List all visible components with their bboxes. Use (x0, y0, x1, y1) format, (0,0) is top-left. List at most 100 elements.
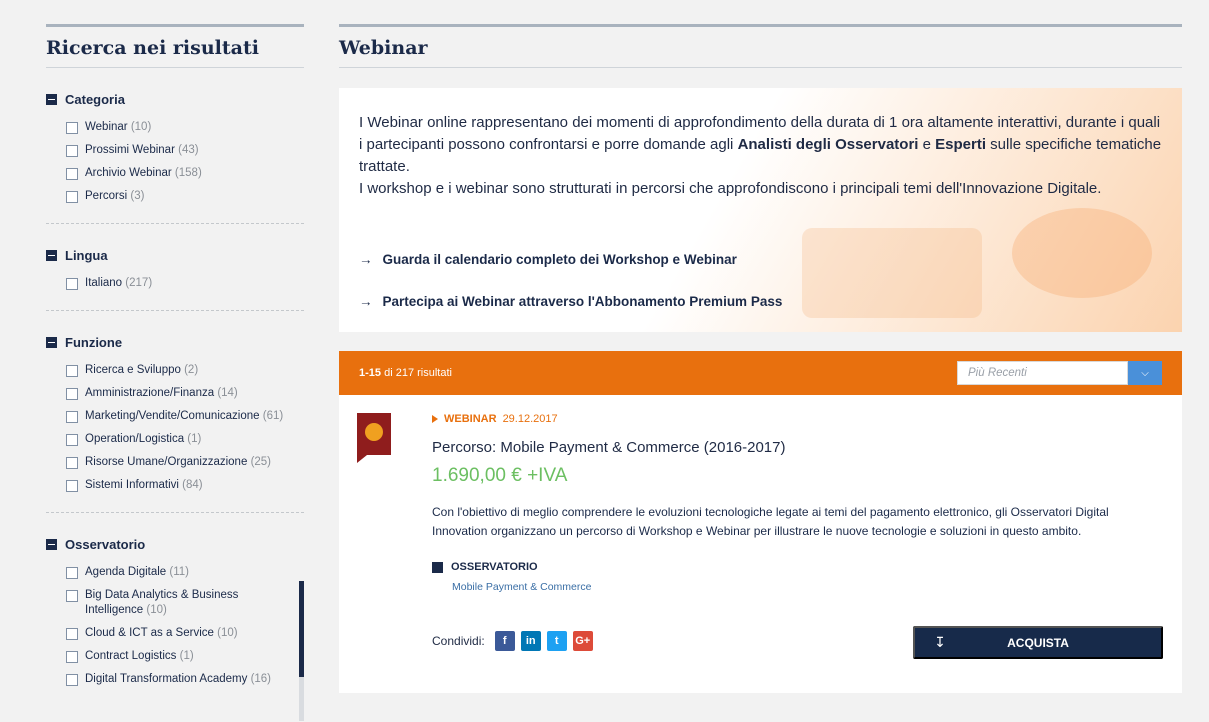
facet-title: Lingua (65, 248, 108, 263)
filter-label: Italiano (85, 277, 123, 289)
sidebar-title: Ricerca nei risultati (46, 27, 304, 68)
webinar-badge-icon (365, 423, 383, 441)
filter-count: (217) (125, 277, 153, 289)
filter-label: Archivio Webinar (85, 167, 172, 179)
checkbox[interactable] (66, 480, 78, 492)
filter-count: (16) (250, 673, 272, 685)
chevron-down-icon[interactable]: ⌵ (1128, 361, 1162, 385)
google-plus-icon[interactable]: G+ (572, 631, 593, 651)
sort-field[interactable]: Più Recenti (957, 361, 1128, 385)
osservatorio-link[interactable]: Mobile Payment & Commerce (432, 581, 1162, 593)
checkbox[interactable] (66, 388, 78, 400)
filter-label: Cloud & ICT as a Service (85, 627, 214, 639)
filter-option[interactable]: Italiano (217) (46, 273, 304, 296)
filter-option[interactable]: Agenda Digitale (11) (46, 562, 304, 585)
premium-pass-link[interactable]: → Partecipa ai Webinar attraverso l'Abbon… (359, 294, 782, 309)
filter-label: Percorsi (85, 190, 128, 202)
facet-categoria: Categoria Webinar (10) Prossimi Webinar … (46, 92, 304, 224)
filter-option[interactable]: Prossimi Webinar (43) (46, 140, 304, 163)
card-kind: WEBINAR 29.12.2017 (432, 413, 1162, 425)
facet-header[interactable]: Lingua (46, 248, 304, 263)
intro-bold: Esperti (935, 136, 987, 153)
sort-select[interactable]: Più Recenti ⌵ (957, 361, 1162, 385)
twitter-icon[interactable]: t (546, 631, 567, 651)
filter-option[interactable]: Percorsi (3) (46, 186, 304, 209)
facet-funzione: Funzione Ricerca e Sviluppo (2) Amminist… (46, 335, 304, 513)
link-label: Guarda il calendario completo dei Worksh… (382, 252, 737, 267)
facet-header[interactable]: Categoria (46, 92, 304, 107)
filter-option[interactable]: Sistemi Informativi (84) (46, 475, 304, 498)
webinar-thumbnail[interactable] (357, 413, 391, 463)
collapse-icon[interactable] (46, 337, 57, 348)
filter-count: (43) (178, 144, 199, 156)
filter-count: (1) (179, 650, 194, 662)
filter-option[interactable]: Archivio Webinar (158) (46, 163, 304, 186)
buy-button[interactable]: ↧ ACQUISTA (913, 626, 1163, 659)
intro-text: e (918, 136, 936, 153)
filter-count: (2) (184, 364, 199, 376)
filter-label: Contract Logistics (85, 650, 177, 662)
filter-option[interactable]: Digital Transformation Academy (16) (46, 669, 304, 692)
filter-option[interactable]: Marketing/Vendite/Comunicazione (61) (46, 406, 304, 429)
filter-label: Ricerca e Sviluppo (85, 364, 181, 376)
checkbox[interactable] (66, 674, 78, 686)
calendar-link[interactable]: → Guarda il calendario completo dei Works… (359, 252, 737, 267)
collapse-icon[interactable] (46, 539, 57, 550)
filter-count: (25) (250, 456, 272, 468)
card-price: 1.690,00 € +IVA (432, 465, 568, 486)
facet-title: Funzione (65, 335, 123, 350)
filter-option[interactable]: Big Data Analytics & Business Intelligen… (46, 585, 304, 623)
checkbox[interactable] (66, 434, 78, 446)
facet-header[interactable]: Funzione (46, 335, 304, 350)
collapse-icon[interactable] (46, 94, 57, 105)
checkbox[interactable] (66, 191, 78, 203)
filter-option[interactable]: Amministrazione/Finanza (14) (46, 383, 304, 406)
checkbox[interactable] (66, 411, 78, 423)
divider (46, 223, 304, 224)
filter-label: Amministrazione/Finanza (85, 387, 215, 399)
filter-count: (10) (217, 627, 238, 639)
checkbox[interactable] (66, 628, 78, 640)
checkbox[interactable] (66, 365, 78, 377)
checkbox[interactable] (66, 651, 78, 663)
filter-label: Sistemi Informativi (85, 479, 179, 491)
facet-header[interactable]: Osservatorio (46, 537, 304, 552)
checkbox[interactable] (66, 567, 78, 579)
results-bar: 1-15 di 217 risultati Più Recenti ⌵ (339, 351, 1182, 395)
filter-count: (10) (146, 604, 167, 616)
intro-banner: I Webinar online rappresentano dei momen… (339, 88, 1182, 332)
intro-paragraph: I Webinar online rappresentano dei momen… (359, 112, 1162, 178)
divider (46, 310, 304, 311)
filter-count: (84) (182, 479, 203, 491)
checkbox[interactable] (66, 168, 78, 180)
checkbox[interactable] (66, 145, 78, 157)
filter-label: Marketing/Vendite/Comunicazione (85, 410, 260, 422)
facet-lingua: Lingua Italiano (217) (46, 248, 304, 311)
checkbox[interactable] (66, 590, 78, 602)
filter-option[interactable]: Ricerca e Sviluppo (2) (46, 360, 304, 383)
filter-option[interactable]: Contract Logistics (1) (46, 646, 304, 669)
filter-option[interactable]: Operation/Logistica (1) (46, 429, 304, 452)
scrollbar-thumb[interactable] (299, 581, 304, 677)
facebook-icon[interactable]: f (494, 631, 515, 651)
collapse-icon[interactable] (46, 250, 57, 261)
filter-option[interactable]: Webinar (10) (46, 117, 304, 140)
facet-title: Categoria (65, 92, 125, 107)
card-title[interactable]: Percorso: Mobile Payment & Commerce (201… (432, 439, 1162, 456)
checkbox[interactable] (66, 122, 78, 134)
checkbox[interactable] (66, 457, 78, 469)
filter-label: Operation/Logistica (85, 433, 185, 445)
banner-illustration (1012, 208, 1152, 298)
facet-osservatorio: Osservatorio Agenda Digitale (11) Big Da… (46, 537, 304, 721)
filter-label: Agenda Digitale (85, 566, 167, 578)
osservatorio-label: OSSERVATORIO (451, 561, 538, 573)
filter-option[interactable]: Risorse Umane/Organizzazione (25) (46, 452, 304, 475)
main-content: Webinar I Webinar online rappresentano d… (339, 24, 1182, 693)
filter-label: Prossimi Webinar (85, 144, 175, 156)
linkedin-icon[interactable]: in (520, 631, 541, 651)
share-label: Condividi: (432, 634, 485, 648)
checkbox[interactable] (66, 278, 78, 290)
intro-paragraph-2: I workshop e i webinar sono strutturati … (359, 180, 1102, 197)
filter-option[interactable]: Cloud & ICT as a Service (10) (46, 623, 304, 646)
card-type: WEBINAR (444, 413, 497, 425)
